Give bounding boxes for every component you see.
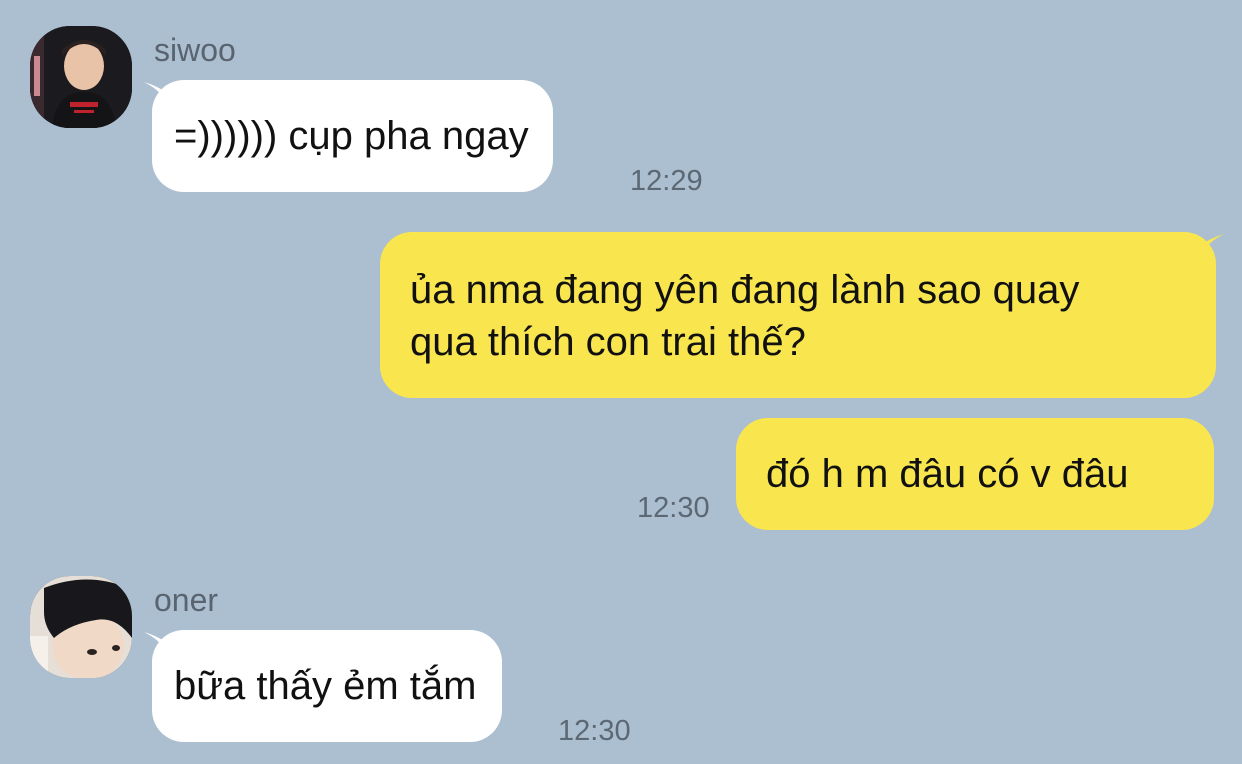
message-text: bữa thấy ẻm tắm — [174, 664, 477, 708]
incoming-message-bubble[interactable]: =)))))) cụp pha ngay — [152, 80, 553, 192]
outgoing-message-bubble[interactable]: đó h m đâu có v đâu — [736, 418, 1214, 530]
message-text-line: qua thích con trai thế? — [410, 320, 806, 364]
sender-name: oner — [154, 582, 219, 618]
message-timestamp: 12:29 — [630, 165, 703, 197]
sender-name: siwoo — [154, 32, 236, 68]
message-text: =)))))) cụp pha ngay — [174, 114, 529, 158]
incoming-message-bubble[interactable]: bữa thấy ẻm tắm — [152, 630, 503, 742]
message-timestamp: 12:30 — [637, 492, 710, 524]
outgoing-message-bubble[interactable]: ủa nma đang yên đang lành sao quay qua t… — [380, 232, 1216, 398]
message-timestamp: 12:30 — [558, 715, 631, 747]
bubble-tail-icon — [1196, 234, 1224, 262]
message-text-line: ủa nma đang yên đang lành sao quay — [410, 268, 1080, 312]
message-text: đó h m đâu có v đâu — [766, 452, 1129, 496]
oner-avatar-icon[interactable] — [30, 576, 132, 678]
siwoo-avatar-icon[interactable] — [30, 26, 132, 128]
